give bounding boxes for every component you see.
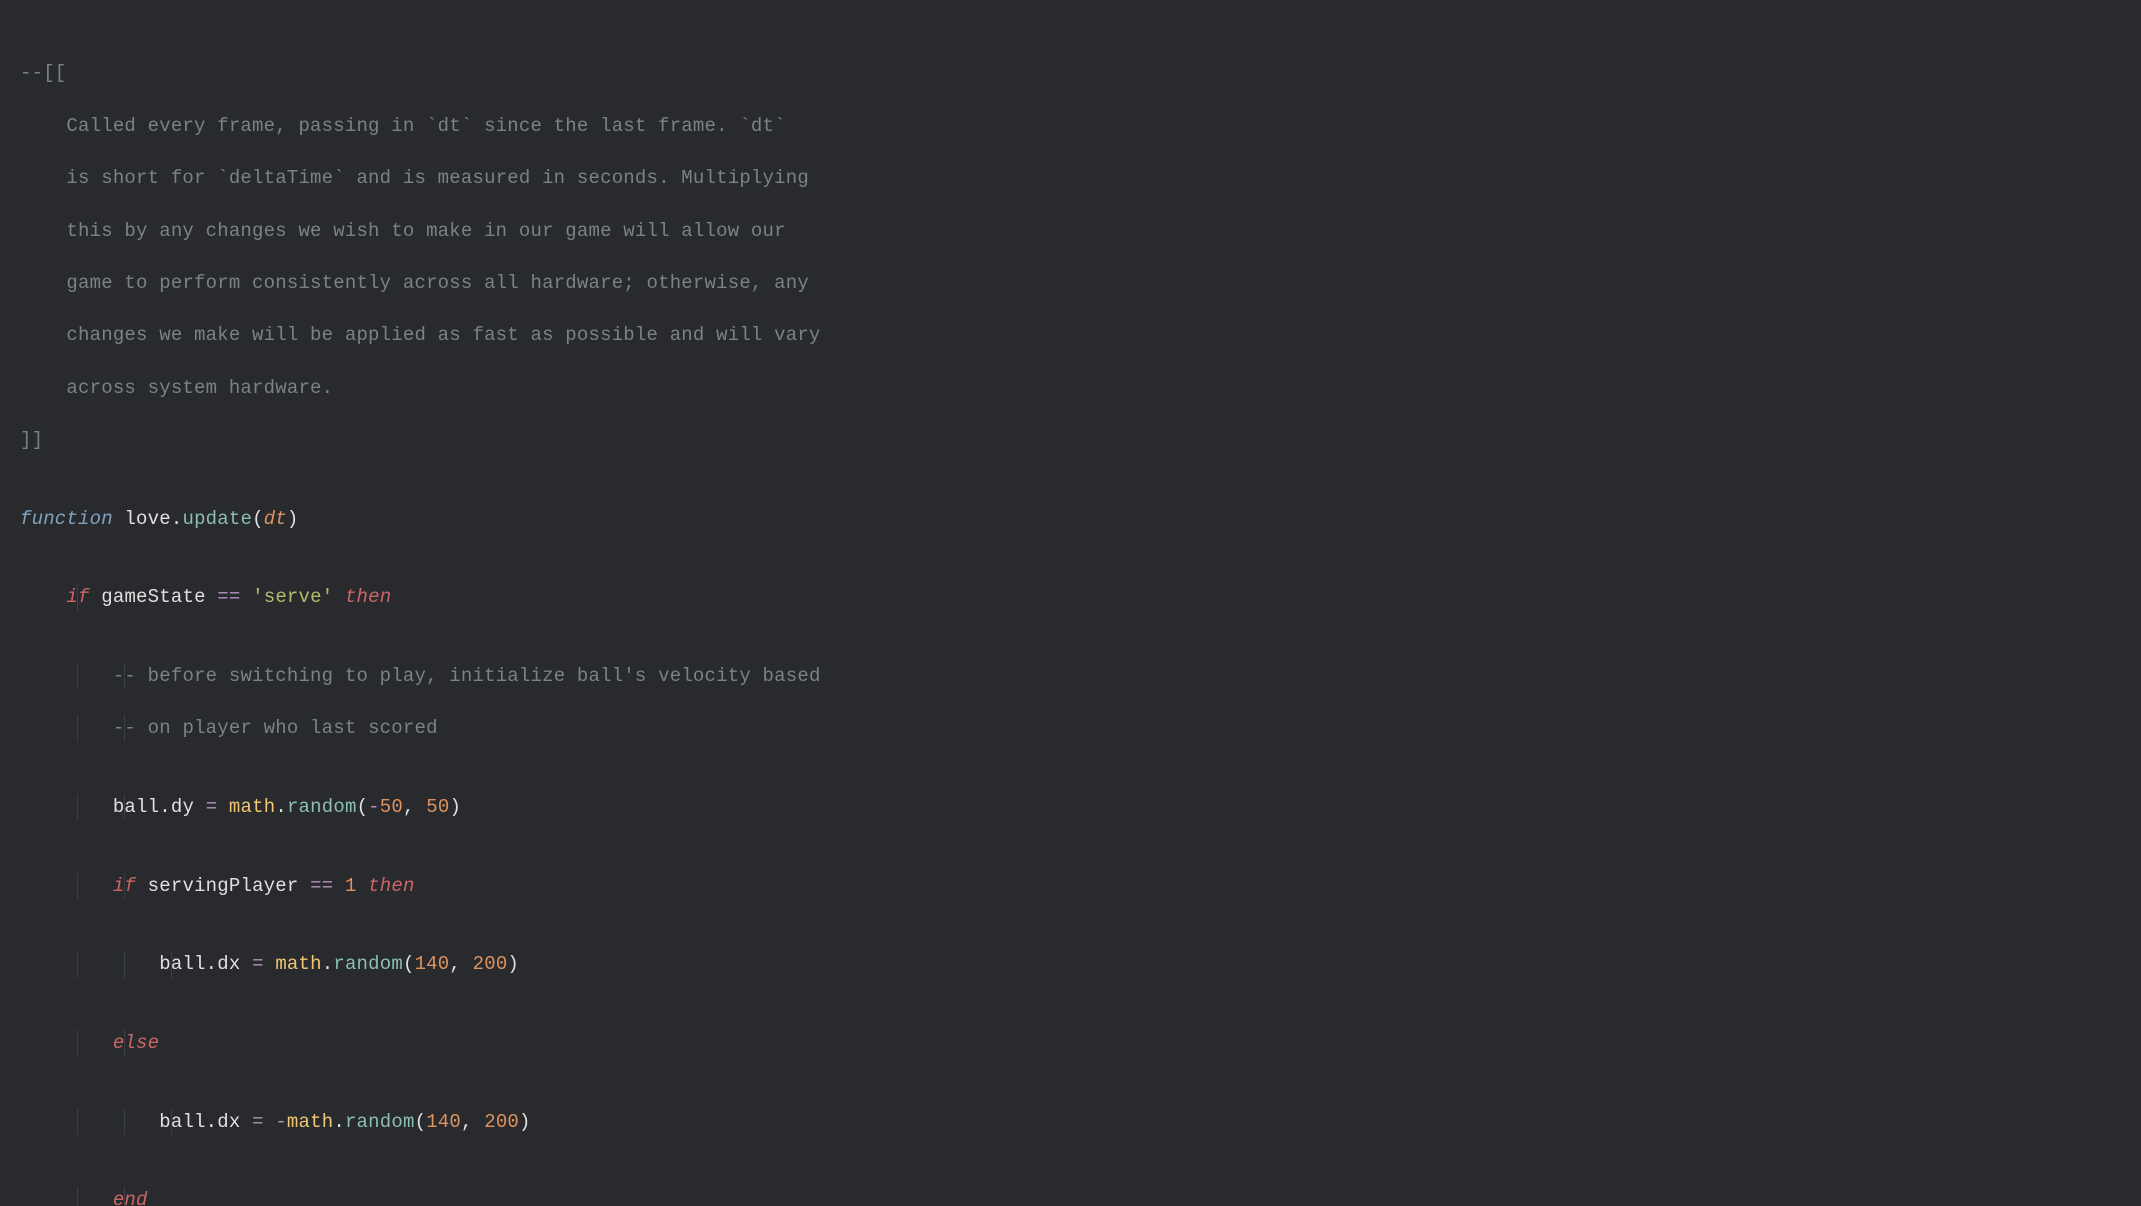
code-line: -- before switching to play, initialize … bbox=[20, 663, 2141, 689]
comment-text: game to perform consistently across all … bbox=[20, 272, 809, 294]
comment-text: ]] bbox=[20, 429, 43, 451]
number: 50 bbox=[426, 796, 449, 818]
code-line: function love.update(dt) bbox=[20, 506, 2141, 532]
code-line: ball.dx = math.random(140, 200) bbox=[20, 951, 2141, 977]
identifier: dx bbox=[217, 953, 240, 975]
function-call: random bbox=[333, 953, 403, 975]
comment-text: this by any changes we wish to make in o… bbox=[20, 220, 786, 242]
function-name: update bbox=[182, 508, 252, 530]
identifier: dx bbox=[217, 1111, 240, 1133]
comment-text: -- on player who last scored bbox=[113, 717, 438, 739]
keyword: if bbox=[66, 586, 89, 608]
identifier: dy bbox=[171, 796, 194, 818]
code-line: -- on player who last scored bbox=[20, 715, 2141, 741]
operator: - bbox=[368, 796, 380, 818]
operator: == bbox=[310, 875, 333, 897]
identifier: gameState bbox=[101, 586, 205, 608]
operator: = bbox=[206, 796, 218, 818]
code-line: ]] bbox=[20, 427, 2141, 453]
identifier: servingPlayer bbox=[148, 875, 299, 897]
code-line: game to perform consistently across all … bbox=[20, 270, 2141, 296]
code-line: ball.dx = -math.random(140, 200) bbox=[20, 1109, 2141, 1135]
keyword: then bbox=[345, 586, 391, 608]
number: 1 bbox=[345, 875, 357, 897]
code-line: across system hardware. bbox=[20, 375, 2141, 401]
comment-text: across system hardware. bbox=[20, 377, 333, 399]
identifier: ball bbox=[113, 796, 159, 818]
identifier: ball bbox=[159, 953, 205, 975]
keyword: else bbox=[113, 1032, 159, 1054]
parameter: dt bbox=[264, 508, 287, 530]
code-editor[interactable]: --[[ Called every frame, passing in `dt`… bbox=[0, 0, 2141, 1206]
identifier: love bbox=[124, 508, 170, 530]
code-line: is short for `deltaTime` and is measured… bbox=[20, 165, 2141, 191]
number: 50 bbox=[380, 796, 403, 818]
operator: = bbox=[252, 953, 264, 975]
code-line: if gameState == 'serve' then bbox=[20, 584, 2141, 610]
number: 140 bbox=[415, 953, 450, 975]
operator: = bbox=[252, 1111, 264, 1133]
code-line: Called every frame, passing in `dt` sinc… bbox=[20, 113, 2141, 139]
code-line: end bbox=[20, 1187, 2141, 1206]
identifier: math bbox=[229, 796, 275, 818]
code-line: ball.dy = math.random(-50, 50) bbox=[20, 794, 2141, 820]
code-line: this by any changes we wish to make in o… bbox=[20, 218, 2141, 244]
operator: - bbox=[275, 1111, 287, 1133]
keyword: then bbox=[368, 875, 414, 897]
operator: == bbox=[217, 586, 240, 608]
comment-text: changes we make will be applied as fast … bbox=[20, 324, 821, 346]
string: 'serve' bbox=[252, 586, 333, 608]
number: 200 bbox=[473, 953, 508, 975]
code-line: if servingPlayer == 1 then bbox=[20, 873, 2141, 899]
keyword: end bbox=[113, 1189, 148, 1206]
comment-text: -- before switching to play, initialize … bbox=[113, 665, 821, 687]
identifier: math bbox=[287, 1111, 333, 1133]
code-line: else bbox=[20, 1030, 2141, 1056]
function-call: random bbox=[287, 796, 357, 818]
comment-text: --[[ bbox=[20, 62, 66, 84]
comment-text: is short for `deltaTime` and is measured… bbox=[20, 167, 809, 189]
keyword-function: function bbox=[20, 508, 113, 530]
function-call: random bbox=[345, 1111, 415, 1133]
code-line: --[[ bbox=[20, 60, 2141, 86]
code-line: changes we make will be applied as fast … bbox=[20, 322, 2141, 348]
identifier: math bbox=[275, 953, 321, 975]
number: 200 bbox=[484, 1111, 519, 1133]
number: 140 bbox=[426, 1111, 461, 1133]
comment-text: Called every frame, passing in `dt` sinc… bbox=[20, 115, 786, 137]
identifier: ball bbox=[159, 1111, 205, 1133]
